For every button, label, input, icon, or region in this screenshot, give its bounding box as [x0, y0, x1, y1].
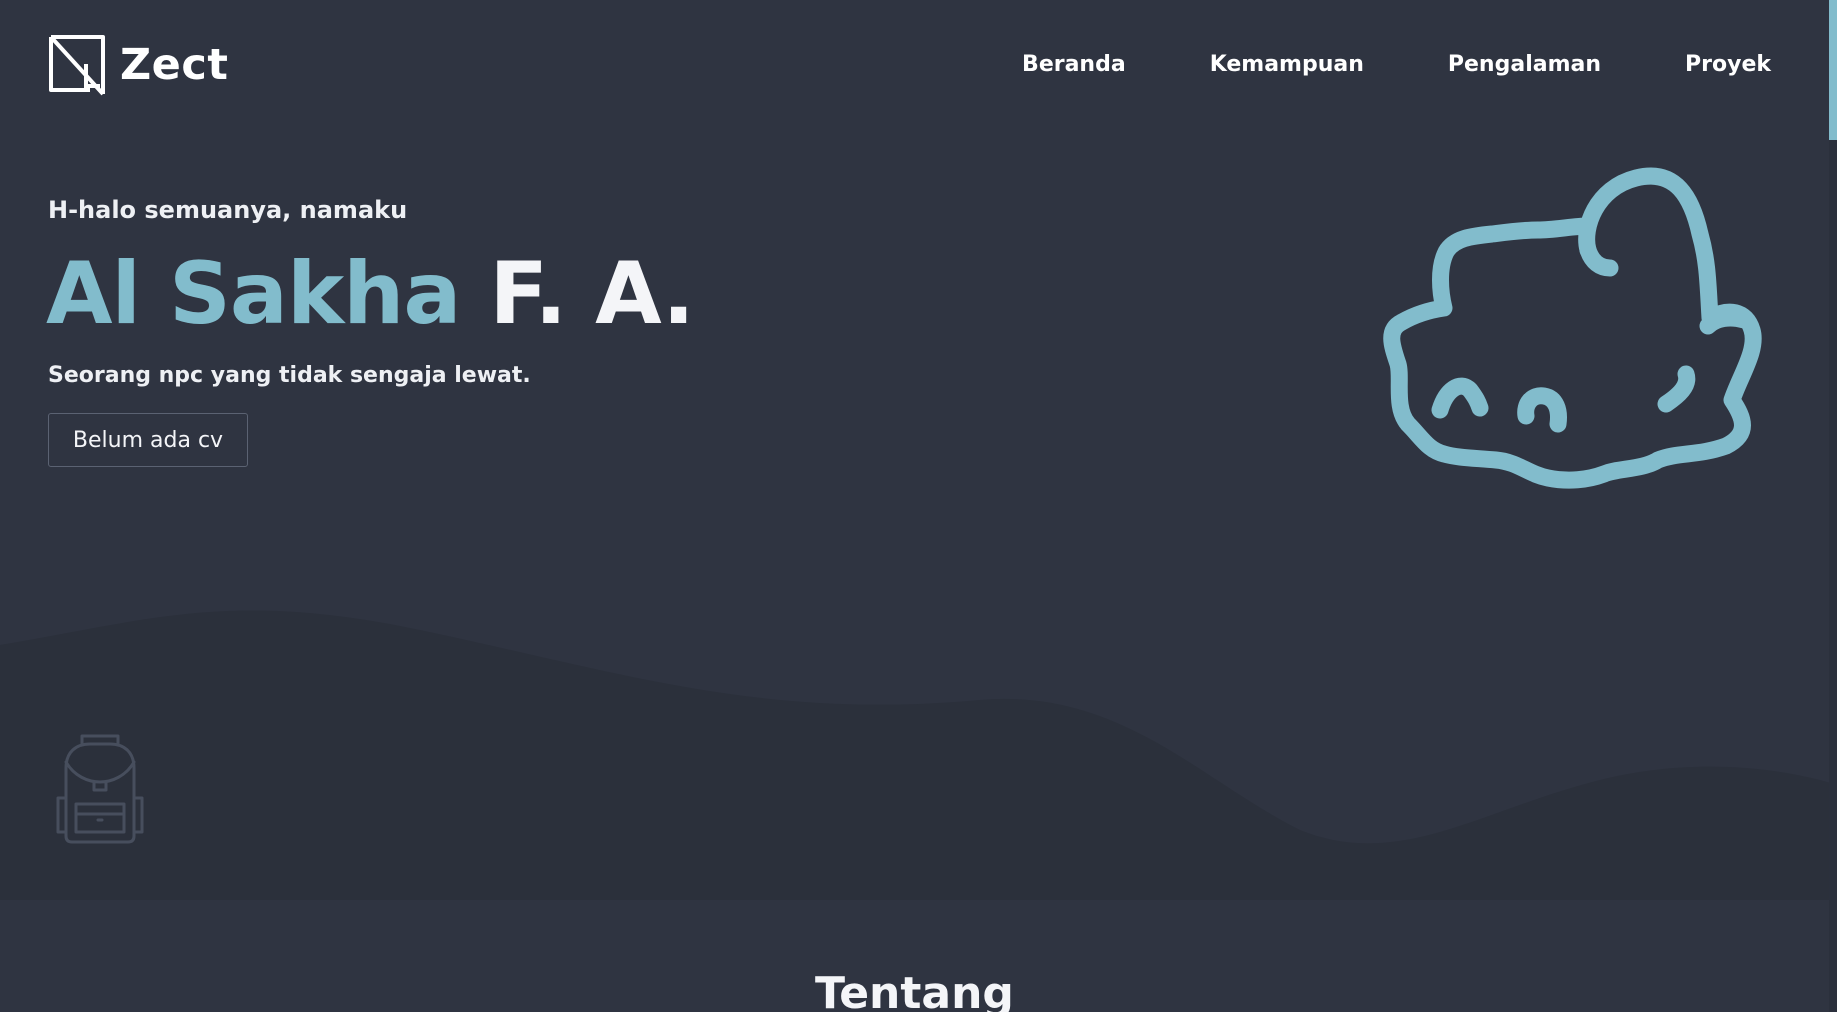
hero-name-rest: F. A.	[489, 244, 695, 344]
about-section-title: Tentang	[815, 968, 1014, 1012]
scrollbar-thumb[interactable]	[1829, 0, 1837, 140]
background-wave	[0, 610, 1837, 900]
backpack-icon	[56, 734, 144, 844]
site-logo[interactable]: Zect	[48, 34, 228, 96]
cloud-face-mascot-icon	[1383, 167, 1762, 489]
nav-link-beranda[interactable]: Beranda	[1022, 52, 1126, 77]
hero-name: Al Sakha F. A.	[46, 244, 695, 344]
hero-name-accent: Al Sakha	[46, 244, 461, 344]
logo-text: Zect	[120, 40, 229, 90]
cv-button[interactable]: Belum ada cv	[48, 413, 248, 467]
nav-link-proyek[interactable]: Proyek	[1685, 52, 1771, 77]
hero-greeting: H-halo semuanya, namaku	[48, 196, 408, 224]
hero-tagline: Seorang npc yang tidak sengaja lewat.	[48, 363, 531, 388]
nav-link-kemampuan[interactable]: Kemampuan	[1210, 52, 1364, 77]
scrollbar-track[interactable]	[1829, 0, 1837, 1012]
nav-link-pengalaman[interactable]: Pengalaman	[1448, 52, 1601, 77]
portfolio-page: Zect Beranda Kemampuan Pengalaman Proyek…	[0, 0, 1837, 1012]
main-nav: Beranda Kemampuan Pengalaman Proyek	[1022, 52, 1771, 77]
zect-logo-icon	[49, 35, 105, 96]
